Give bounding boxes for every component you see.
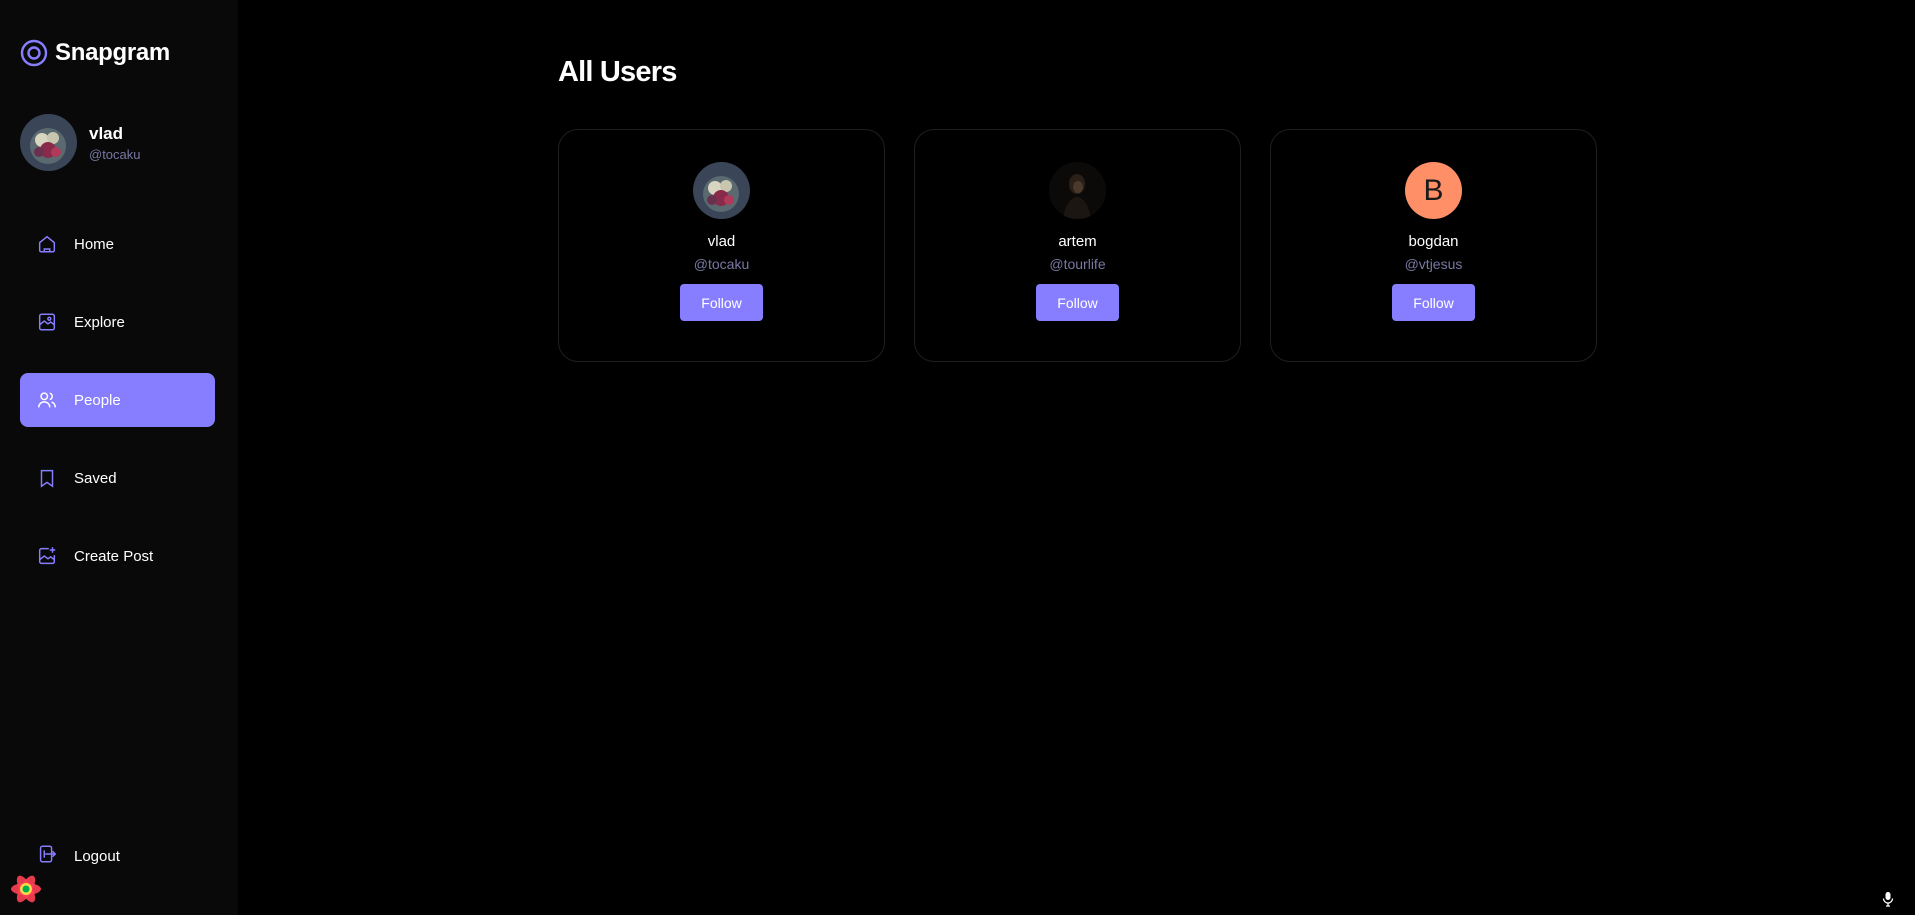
app-logo[interactable]: Snapgram (20, 39, 170, 67)
avatar (693, 162, 750, 219)
user-card[interactable]: artem @tourlife Follow (914, 129, 1241, 362)
user-handle: @tocaku (693, 256, 750, 272)
sidebar-item-label: Create Post (74, 547, 154, 565)
app-root: Snapgram vlad @tocaku Home Explore Peopl… (0, 0, 1915, 915)
sidebar-item-home[interactable]: Home (20, 217, 215, 271)
user-handle: @tourlife (1049, 256, 1106, 272)
follow-button[interactable]: Follow (680, 284, 763, 321)
profile-name: vlad (89, 123, 124, 143)
bookmark-icon (36, 467, 58, 489)
user-card[interactable]: vlad @tocaku Follow (558, 129, 885, 362)
logout-button[interactable]: Logout (20, 829, 215, 883)
user-name: artem (1058, 233, 1097, 250)
sidebar-profile[interactable]: vlad @tocaku (20, 114, 141, 171)
microphone-icon[interactable] (1881, 891, 1895, 907)
sidebar-item-people[interactable]: People (20, 373, 215, 427)
profile-photo (20, 114, 77, 171)
react-query-devtools-icon[interactable] (8, 871, 44, 907)
avatar (1049, 162, 1106, 219)
page-title: All Users (558, 56, 677, 88)
profile-handle: @tocaku (89, 146, 141, 162)
sidebar-item-label: Explore (74, 313, 125, 331)
app-name: Snapgram (55, 39, 170, 66)
create-post-icon (36, 545, 58, 567)
sidebar-item-explore[interactable]: Explore (20, 295, 215, 349)
user-name: bogdan (1408, 233, 1459, 250)
sidebar-item-saved[interactable]: Saved (20, 451, 215, 505)
user-handle: @vtjesus (1404, 256, 1463, 272)
sidebar-nav: Home Explore People Saved Create Post (20, 217, 215, 607)
avatar (20, 114, 77, 171)
snapgram-logo-icon (20, 39, 48, 67)
sidebar-item-create-post[interactable]: Create Post (20, 529, 215, 583)
user-name: vlad (707, 233, 736, 250)
avatar-letter: B (1405, 162, 1462, 219)
sidebar-item-label: People (74, 391, 121, 409)
main-content: All Users vlad @tocaku Follow artem @tou… (238, 0, 1915, 915)
logout-label: Logout (74, 847, 120, 865)
people-icon (36, 389, 58, 411)
home-icon (36, 233, 58, 255)
sidebar-item-label: Home (74, 235, 115, 253)
left-sidebar: Snapgram vlad @tocaku Home Explore Peopl… (0, 0, 238, 915)
user-photo (693, 162, 750, 219)
logout-icon (36, 843, 58, 869)
user-card[interactable]: B bogdan @vtjesus Follow (1270, 129, 1597, 362)
explore-icon (36, 311, 58, 333)
follow-button[interactable]: Follow (1392, 284, 1475, 321)
user-photo (1049, 162, 1106, 219)
user-grid: vlad @tocaku Follow artem @tourlife Foll… (558, 129, 1597, 362)
sidebar-item-label: Saved (74, 469, 117, 487)
follow-button[interactable]: Follow (1036, 284, 1119, 321)
